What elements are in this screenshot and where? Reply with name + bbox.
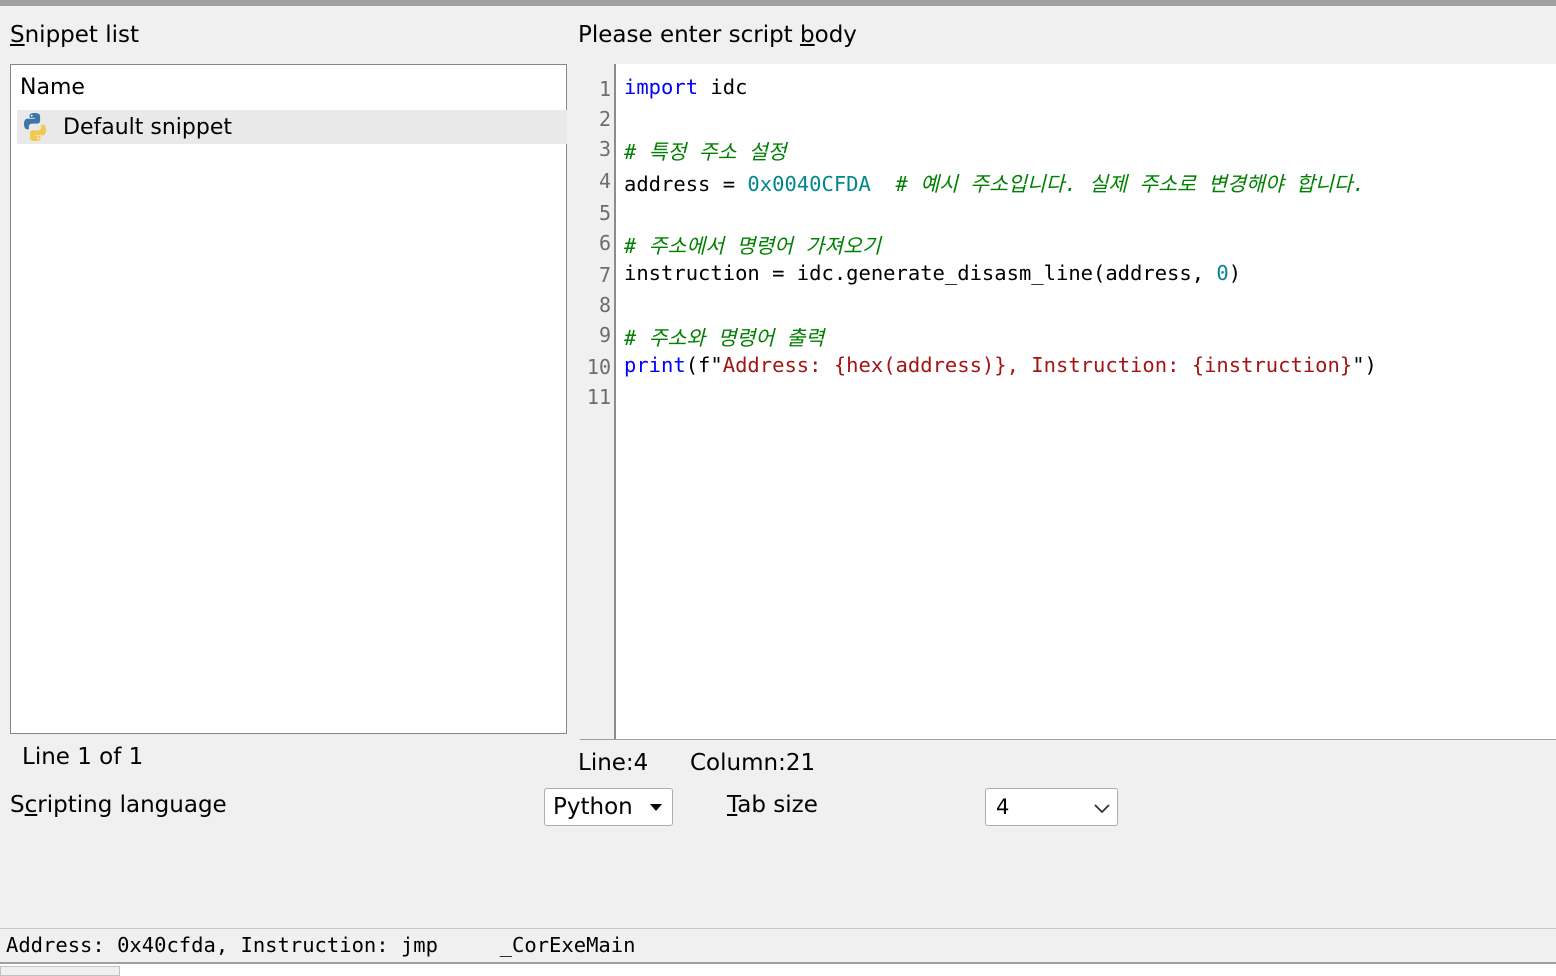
code-text: ") [1352, 353, 1377, 377]
code-text: instruction = idc.generate_disasm_line(a… [624, 261, 1217, 285]
snippet-list-status: Line 1 of 1 [22, 744, 144, 770]
label-rest: ripting language [37, 792, 227, 818]
code-text: idc [698, 75, 748, 99]
code-line: instruction = idc.generate_disasm_line(a… [624, 261, 1241, 285]
label-rest: ab size [737, 792, 818, 818]
snippet-list[interactable]: Name Default snippet [10, 64, 567, 734]
list-item[interactable]: Default snippet [17, 110, 567, 144]
code-line: # 주소와 명령어 출력 [624, 321, 824, 351]
python-icon [24, 113, 47, 141]
line-number: 9 [598, 323, 611, 347]
bottom-tab[interactable] [0, 966, 120, 976]
code-text: ) [1228, 261, 1242, 285]
line-number: 1 [598, 77, 611, 101]
line-number-gutter: 1 2 3 4 5 6 7 8 9 10 11 [580, 64, 616, 739]
tab-size-label: Tab size [727, 791, 818, 819]
snippet-name: Default snippet [63, 114, 232, 140]
editor-title-pre: Please enter script [578, 22, 801, 48]
code-keyword: import [624, 75, 699, 99]
editor-title: Please enter script body [578, 21, 857, 49]
line-number: 5 [598, 201, 611, 225]
mnemonic-b: b [800, 22, 815, 48]
code-line: # 특정 주소 설정 [624, 135, 787, 165]
code-comment: # 예시 주소입니다. 실제 주소로 변경해야 합니다. [895, 172, 1365, 196]
code-line: print(f"Address: {hex(address)}, Instruc… [624, 353, 1377, 377]
code-keyword: print [624, 353, 686, 377]
line-number: 6 [598, 231, 611, 255]
line-number: 3 [598, 137, 611, 161]
window-top-border [0, 0, 1556, 6]
script-editor[interactable]: 1 2 3 4 5 6 7 8 9 10 11 import idc # 특정 … [580, 64, 1556, 740]
label-pre: S [10, 792, 25, 818]
snippet-list-title: Snippet list [10, 21, 139, 49]
code-text: (f" [685, 353, 723, 377]
cursor-column-status: Column:21 [690, 750, 816, 776]
tab-size-value: 4 [996, 795, 1010, 819]
code-number: 0x0040CFDA [747, 172, 871, 196]
line-number: 4 [598, 169, 611, 193]
line-number: 7 [598, 263, 611, 287]
code-number: 0 [1216, 261, 1229, 285]
line-number: 2 [598, 107, 611, 131]
code-line: address = 0x0040CFDA # 예시 주소입니다. 실제 주소로 … [624, 167, 1365, 197]
code-comment: # 특정 주소 설정 [624, 140, 787, 164]
code-line: # 주소에서 명령어 가져오기 [624, 229, 881, 259]
output-window[interactable]: Address: 0x40cfda, Instruction: jmp _Cor… [0, 928, 1556, 964]
code-comment: # 주소에서 명령어 가져오기 [624, 234, 881, 258]
dropdown-arrow-icon [650, 804, 662, 811]
scripting-language-select[interactable]: Python [544, 788, 673, 826]
code-text: address = [624, 172, 748, 196]
line-number: 10 [586, 355, 611, 379]
output-text: Address: 0x40cfda, Instruction: jmp _Cor… [6, 933, 636, 957]
line-number: 8 [598, 293, 611, 317]
mnemonic-s: S [10, 22, 25, 48]
scripting-language-label: Scripting language [10, 791, 227, 819]
column-header-name[interactable]: Name [20, 75, 85, 100]
tab-size-select[interactable]: 4 [985, 788, 1118, 826]
code-comment: # 주소와 명령어 출력 [624, 326, 825, 350]
editor-title-rest: ody [814, 22, 857, 48]
mnemonic-t: T [727, 792, 738, 818]
code-line: import idc [624, 75, 747, 99]
code-string: Address: {hex(address)}, Instruction: {i… [722, 353, 1353, 377]
mnemonic-c: c [24, 792, 38, 818]
scripting-language-value: Python [553, 794, 633, 820]
cursor-line-status: Line:4 [578, 750, 649, 776]
chevron-down-icon [1094, 804, 1110, 814]
bottom-strip [0, 964, 1556, 976]
line-number: 11 [586, 385, 611, 409]
snippet-list-title-rest: nippet list [24, 22, 140, 48]
